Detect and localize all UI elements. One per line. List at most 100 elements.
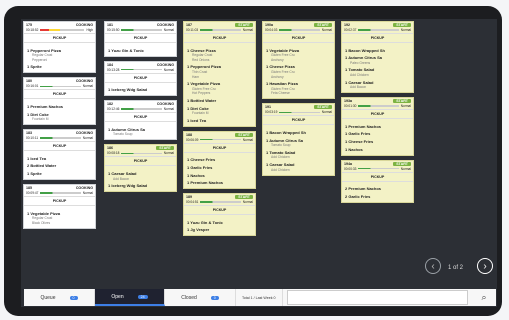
order-ticket[interactable]: 180 COOKING 00:16:01 Normal PICKUP 1 Premium … [23,77,96,126]
line-item[interactable]: 1 Sprite [27,171,92,176]
line-item[interactable]: 1 Cheese Pizza [187,48,252,53]
line-item[interactable]: 1 Premium Nachos [345,124,410,129]
line-item[interactable]: 1 Cheese Pizza [266,64,331,69]
order-ticket[interactable]: 182 COOKING 00:12:46 Normal PICKUP 1 Autumn C… [104,100,177,141]
item-modifier: Hot Peppers [192,91,211,96]
progress-bar [200,29,241,31]
elapsed-time: 00:03:19 [265,110,278,115]
item-list: 2 Premium Nachos 2 Garlic Fries [342,182,413,202]
status-badge[interactable]: START [314,23,332,27]
status-badge[interactable]: START [156,146,174,151]
order-ticket[interactable]: 184 COOKING 00:13:28 Normal PICKUP 1 Iceberg … [104,60,177,97]
ticket-column-1: 175 COOKING 00:18:52 High PICKUP 1 Pepperoni … [23,21,96,233]
line-item[interactable]: 1 Hawaiian Pizza [266,81,331,86]
line-item[interactable]: 1 Nachos [345,147,410,152]
line-item[interactable]: 1 Pepperoni Pizza [187,64,252,69]
line-item[interactable]: 1 Bottled Water [187,98,252,103]
order-ticket[interactable]: 189 START 00:04:51 Normal PICKUP 1 Yuzu Gin &… [183,193,256,237]
item-modifier: Gluten Free Cru [271,53,295,58]
item-list: 1 Vegetable Pizza Regular Crust Black Oliv… [24,206,95,228]
line-item[interactable]: 1 Bacon Wrapped Sh [345,48,410,53]
status-badge[interactable]: START [393,161,411,166]
line-item[interactable]: 1 Caesar Salad [345,80,410,85]
line-item[interactable]: 1 Bacon Wrapped Sh [266,130,331,135]
elapsed-time: 00:13:28 [107,67,120,72]
ticket-column-5: 192 START 00:02:37 Normal PICKUP 1 Bacon Wrap… [341,21,414,207]
order-ticket[interactable]: 183 COOKING 00:10:11 Normal PICKUP 1 Iced Tea… [23,129,96,180]
order-ticket[interactable]: 192 START 00:02:37 Normal PICKUP 1 Bacon Wrap… [341,21,414,94]
line-item[interactable]: 1 Vegetable Pizza [266,48,331,53]
next-page-button[interactable]: › [477,258,493,274]
line-item[interactable]: 2 Premium Nachos [345,186,410,191]
line-item[interactable]: 1 Autumn Citrus Sa [266,138,331,143]
line-item[interactable]: 1 Autumn Citrus Sa [108,127,173,132]
order-ticket[interactable]: 193a START 00:01:30 Normal PICKUP 1 Premium N… [341,97,414,156]
item-modifier: Paleo Greens [350,60,371,65]
line-item[interactable]: 1 Jg Vesper [187,227,252,232]
order-type: PICKUP [263,33,334,43]
line-item[interactable]: 1 Premium Nachos [187,180,252,185]
item-modifier: Ham [192,74,199,79]
order-type: PICKUP [184,205,255,216]
line-item[interactable]: 1 Garlic Fries [187,165,252,170]
status-badge[interactable]: START [235,132,253,137]
tab-closed[interactable]: Closed 0 [165,289,236,306]
line-item[interactable]: 2 Bottled Water [27,163,92,168]
line-item[interactable]: 1 Caesar Salad [266,162,331,167]
status-badge[interactable]: START [235,23,253,27]
line-item[interactable]: 1 Pepperoni Pizza [27,48,92,53]
line-item[interactable]: 1 Iceberg Wdg Salad [108,87,173,92]
prev-page-button[interactable]: ‹ [425,258,441,274]
order-ticket[interactable]: 194a START 00:00:33 Normal PICKUP 2 Premium N… [341,159,414,203]
item-list: 1 Cheese Pizza Regular Crust Red Onions 1 P… [184,43,255,126]
line-item[interactable]: 1 Cheese Fries [187,157,252,162]
item-list: 1 Iceberg Wdg Salad [105,83,176,96]
line-item[interactable]: 1 Diet Coke [187,106,252,111]
line-item[interactable]: 1 Iced Tea [27,156,92,161]
line-item[interactable]: 1 Yuzu Gin & Tonic [108,48,173,53]
line-item[interactable]: 1 Tomato Salad [266,150,331,155]
line-item[interactable]: 1 Autumn Citrus Sa [345,55,410,60]
order-ticket[interactable]: 186 START 00:08:18 Normal PICKUP 1 Caesar Sal… [104,144,177,193]
order-ticket[interactable]: 187 START 00:11:03 Normal PICKUP 1 Cheese Piz… [183,21,256,127]
order-ticket[interactable]: 191 START 00:03:19 Normal PICKUP 1 Bacon Wrap… [262,103,335,176]
order-ticket[interactable]: 190a START 00:04:03 Normal PICKUP 1 Vegetable… [262,21,335,100]
line-item[interactable]: 1 Nachos [187,173,252,178]
line-item[interactable]: 1 Diet Coke [27,112,92,117]
status-badge: COOKING [156,23,174,27]
order-ticket[interactable]: 175 COOKING 00:18:52 High PICKUP 1 Pepperoni … [23,21,96,74]
search-input[interactable] [286,290,468,305]
line-item[interactable]: 1 Vegetable Pizza [187,81,252,86]
line-item[interactable]: 1 Yuzu Gin & Tonic [187,220,252,225]
order-ticket[interactable]: 181 COOKING 00:15:50 Normal PICKUP 1 Yuzu Gin… [104,21,177,57]
order-type: PICKUP [105,112,176,123]
status-badge[interactable]: START [314,105,332,110]
progress-bar [40,29,85,31]
search-button[interactable]: ⌕ [472,289,496,306]
line-item[interactable]: 1 Garlic Fries [345,131,410,136]
line-item[interactable]: 1 Tomato Salad [345,67,410,72]
progress-bar [358,105,399,107]
line-item[interactable]: 1 Caesar Salad [108,171,173,176]
line-item[interactable]: 1 Cheese Fries [345,139,410,144]
order-ticket[interactable]: 188 START 00:06:09 Normal PICKUP 1 Cheese Fri… [183,130,256,190]
item-list: 1 Yuzu Gin & Tonic [105,43,176,56]
status-badge[interactable]: START [393,23,411,27]
status-badge[interactable]: START [235,195,253,200]
line-item[interactable]: 1 Vegetable Pizza [27,211,92,216]
line-item[interactable]: 2 Garlic Fries [345,194,410,199]
order-number: 181 [107,23,113,27]
order-number: 185 [26,185,32,190]
tab-open[interactable]: Open 24 [95,289,165,306]
progress-bar [200,139,241,141]
tab-queue[interactable]: Queue 0 [24,289,95,306]
priority-label: Normal [400,28,411,32]
elapsed-time: 00:16:01 [26,84,39,89]
status-badge[interactable]: START [393,99,411,104]
line-item[interactable]: 1 Iced Tea [187,118,252,123]
line-item[interactable]: 1 Premium Nachos [27,104,92,109]
item-list: 1 Cheese Fries 1 Garlic Fries 1 Nachos 1 Pr… [184,153,255,188]
order-ticket[interactable]: 185 COOKING 00:09:47 Normal PICKUP 1 Vegetabl… [23,183,96,229]
line-item[interactable]: 1 Sprite [27,64,92,69]
line-item[interactable]: 1 Iceberg Wdg Salad [108,183,173,188]
